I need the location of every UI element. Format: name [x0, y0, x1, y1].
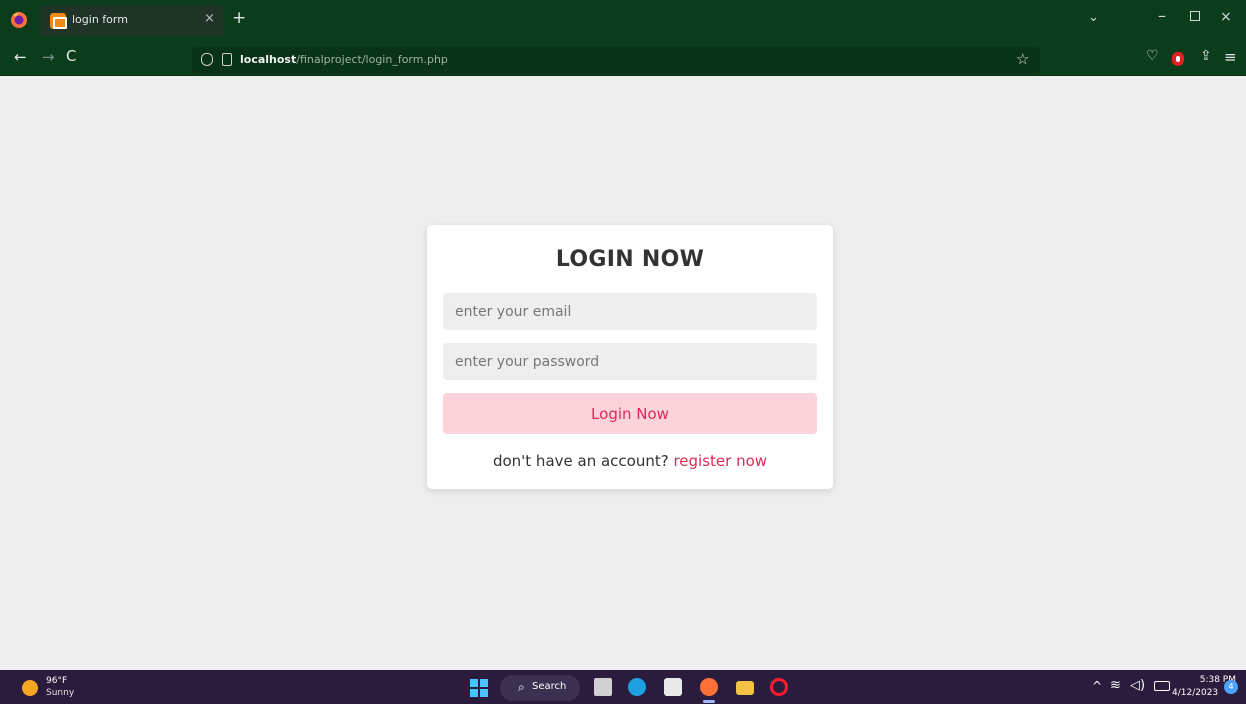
email-input[interactable] [443, 293, 817, 330]
url-host: localhost [240, 53, 297, 66]
notification-badge[interactable]: 4 [1224, 680, 1238, 694]
windows-start-icon[interactable] [470, 679, 488, 697]
file-explorer-icon[interactable] [736, 681, 754, 695]
clock-date[interactable]: 4/12/2023 [1172, 688, 1218, 698]
register-link[interactable]: register now [673, 452, 767, 470]
page-info-icon[interactable] [222, 53, 232, 66]
tab-title: login form [72, 13, 128, 26]
active-app-indicator [703, 700, 715, 703]
firefox-icon[interactable] [10, 11, 28, 29]
register-prompt: don't have an account? register now [427, 452, 833, 470]
url-bar[interactable]: localhost/finalproject/login_form.php ☆ [192, 47, 1040, 73]
sun-icon[interactable] [22, 680, 38, 696]
tracking-protection-icon[interactable] [201, 53, 213, 66]
forward-icon[interactable]: → [42, 48, 55, 66]
weather-temperature[interactable]: 96°F [46, 676, 67, 686]
search-label: Search [532, 681, 567, 692]
store-icon[interactable] [664, 678, 682, 696]
volume-icon[interactable]: ◁) [1130, 678, 1145, 693]
url-text[interactable]: localhost/finalproject/login_form.php [240, 53, 448, 66]
search-icon: ⌕ [518, 680, 525, 694]
list-all-tabs-icon[interactable]: ⌄ [1088, 10, 1099, 25]
extension-icon[interactable] [1172, 52, 1184, 66]
firefox-taskbar-icon[interactable] [700, 678, 718, 696]
opera-icon[interactable] [770, 678, 788, 696]
reload-icon[interactable]: C [66, 47, 76, 65]
form-title: LOGIN NOW [555, 247, 705, 272]
bookmark-star-icon[interactable]: ☆ [1016, 50, 1029, 68]
login-button[interactable]: Login Now [443, 393, 817, 434]
restore-icon[interactable] [1190, 11, 1200, 21]
new-tab-button[interactable]: + [232, 9, 246, 27]
taskbar: 96°F Sunny ⌕ Search ^ ≋ ◁) 5:38 PM 4/12/… [0, 670, 1246, 704]
battery-icon[interactable] [1154, 681, 1170, 691]
task-view-icon[interactable] [594, 678, 612, 696]
browser-tab-bar: login form × + ⌄ – × [0, 0, 1246, 40]
browser-tab[interactable]: login form × [40, 6, 224, 36]
tab-close-icon[interactable]: × [204, 11, 215, 26]
weather-condition[interactable]: Sunny [46, 688, 74, 698]
pocket-icon[interactable]: ♡ [1146, 48, 1159, 64]
password-input[interactable] [443, 343, 817, 380]
back-icon[interactable]: ← [14, 48, 27, 66]
window-close-icon[interactable]: × [1220, 9, 1232, 25]
hamburger-menu-icon[interactable]: ≡ [1224, 48, 1237, 66]
xampp-icon [50, 13, 67, 29]
wifi-icon[interactable]: ≋ [1110, 678, 1121, 693]
taskbar-search[interactable]: ⌕ Search [500, 675, 580, 701]
minimize-icon[interactable]: – [1158, 6, 1166, 25]
register-prompt-text: don't have an account? [492, 452, 674, 470]
share-icon[interactable]: ⇪ [1200, 48, 1212, 64]
tray-overflow-icon[interactable]: ^ [1092, 679, 1102, 693]
url-path: /finalproject/login_form.php [296, 53, 448, 66]
login-form: LOGIN NOW Login Now don't have an accoun… [427, 225, 833, 489]
edge-icon[interactable] [628, 678, 646, 696]
